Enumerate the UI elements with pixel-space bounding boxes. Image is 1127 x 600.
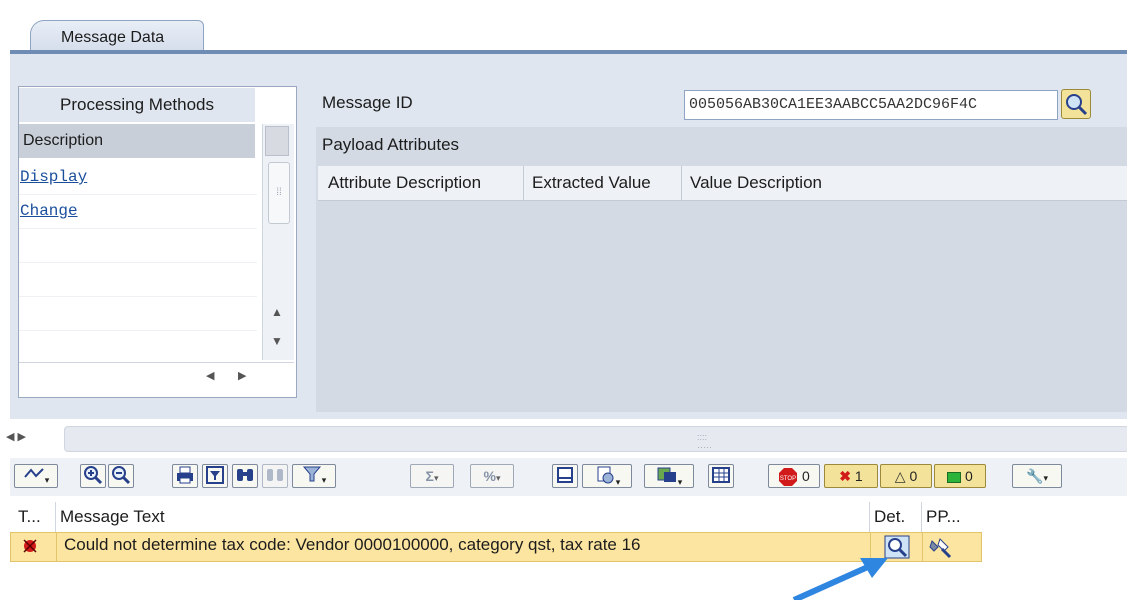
subtotal-icon: %	[483, 468, 496, 484]
vertical-scrollbar[interactable]	[262, 124, 294, 360]
splitter-bar[interactable]	[64, 426, 1127, 452]
find-button[interactable]	[232, 464, 258, 488]
print-preview-button[interactable]	[552, 464, 578, 488]
cell-divider	[922, 532, 923, 562]
filter-button[interactable]	[202, 464, 228, 488]
column-pp[interactable]: PP...	[922, 502, 982, 532]
expand-collapse-button[interactable]: ▾	[14, 464, 58, 488]
scroll-right-icon[interactable]: ▶	[238, 369, 246, 382]
column-message-text[interactable]: Message Text	[56, 502, 870, 532]
column-extracted-value[interactable]: Extracted Value	[524, 166, 682, 200]
find-icon	[237, 469, 253, 481]
message-text: Could not determine tax code: Vendor 000…	[64, 535, 641, 554]
message-id-field[interactable]: 005056AB30CA1EE3AABCC5AA2DC96F4C	[684, 90, 1058, 120]
row-divider	[19, 262, 257, 263]
scroll-up-icon[interactable]: ▲	[271, 305, 283, 319]
payload-attributes-title: Payload Attributes	[322, 135, 460, 154]
scroll-down-icon[interactable]: ▼	[271, 334, 283, 348]
description-column-header[interactable]: Description	[19, 124, 255, 158]
find-next-button[interactable]	[262, 464, 288, 488]
tools-icon[interactable]	[928, 535, 954, 559]
subtotal-button[interactable]: %▾	[470, 464, 514, 488]
column-value-description[interactable]: Value Description	[682, 166, 1127, 200]
zoom-in-icon	[84, 466, 103, 485]
warning-icon: △	[894, 468, 906, 484]
row-divider	[19, 228, 257, 229]
stop-count: 0	[802, 468, 810, 484]
settings-icon: 🔧	[1026, 468, 1044, 484]
warning-count: 0	[909, 468, 918, 484]
stop-icon: STOP	[779, 468, 798, 487]
sum-button[interactable]: Σ▾	[410, 464, 454, 488]
splitter-arrows-icon[interactable]: ◀ ▶	[6, 430, 26, 443]
annotation-arrow-icon	[792, 558, 888, 600]
set-filter-button[interactable]: ▾	[292, 464, 336, 488]
table-view-button[interactable]	[708, 464, 734, 488]
row-divider	[19, 194, 257, 195]
grid-icon	[712, 467, 730, 483]
error-messages-filter[interactable]: ✖ 1	[824, 464, 878, 488]
settings-button[interactable]: 🔧▾	[1012, 464, 1062, 488]
column-detail[interactable]: Det.	[870, 502, 922, 532]
find-next-icon	[267, 469, 283, 481]
export-button[interactable]: ▾	[582, 464, 632, 488]
method-display-link[interactable]: Display	[20, 160, 256, 194]
print-button[interactable]	[172, 464, 198, 488]
document-icon	[557, 467, 573, 483]
scroll-left-icon[interactable]: ◀	[206, 369, 214, 382]
print-icon	[177, 466, 193, 484]
method-change-link[interactable]: Change	[20, 194, 256, 228]
svg-text:STOP: STOP	[780, 476, 796, 482]
filter-icon	[206, 466, 224, 484]
warning-messages-filter[interactable]: △ 0	[880, 464, 932, 488]
layout-icon	[657, 467, 676, 482]
search-icon[interactable]	[1061, 89, 1091, 119]
zoom-out-button[interactable]	[108, 464, 134, 488]
zoom-out-icon	[112, 466, 131, 485]
error-status-icon	[22, 538, 38, 554]
column-attribute-description[interactable]: Attribute Description	[320, 166, 524, 200]
scroll-thumb[interactable]: ⁞⁞	[268, 162, 290, 224]
success-count: 0	[965, 468, 973, 484]
zoom-in-button[interactable]	[80, 464, 106, 488]
horizontal-scrollbar[interactable]	[19, 362, 294, 395]
row-divider	[19, 330, 257, 331]
sum-icon: Σ	[425, 468, 434, 484]
error-count: 1	[854, 468, 863, 484]
column-type[interactable]: T...	[14, 502, 56, 532]
row-divider	[19, 296, 257, 297]
processing-methods-title: Processing Methods	[19, 88, 255, 122]
table-empty-area	[10, 562, 1127, 600]
funnel-icon	[302, 466, 321, 482]
layout-button[interactable]: ▾	[644, 464, 694, 488]
success-messages-filter[interactable]: 0	[934, 464, 986, 488]
message-id-label: Message ID	[322, 93, 413, 112]
stop-messages-filter[interactable]: STOP 0	[768, 464, 820, 488]
column-settings-button[interactable]	[265, 126, 289, 156]
splitter-grip-icon[interactable]: :::: ·····	[697, 432, 712, 452]
hierarchy-icon	[23, 468, 44, 478]
cell-divider	[56, 532, 57, 562]
tab-message-data[interactable]: Message Data	[30, 20, 204, 54]
success-icon	[947, 471, 962, 483]
error-icon: ✖	[839, 468, 852, 484]
export-icon	[597, 466, 614, 484]
